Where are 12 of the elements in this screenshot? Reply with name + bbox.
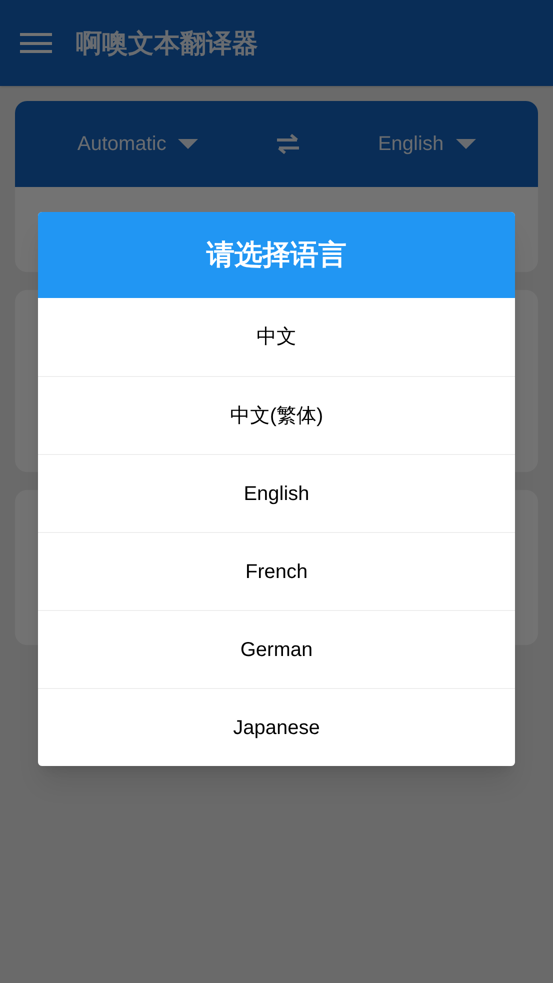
language-option[interactable]: Japanese: [38, 688, 515, 766]
caret-icon: [178, 139, 198, 149]
dialog-title: 请选择语言: [206, 238, 346, 272]
swap-icon[interactable]: [275, 133, 302, 155]
language-option[interactable]: French: [38, 532, 515, 610]
language-option[interactable]: 中文(繁体): [38, 376, 515, 454]
language-option[interactable]: German: [38, 610, 515, 688]
caret-icon: [456, 139, 476, 149]
menu-icon[interactable]: [20, 31, 52, 55]
language-option[interactable]: 中文: [38, 298, 515, 376]
app-title: 啊噢文本翻译器: [76, 26, 258, 60]
language-option[interactable]: English: [38, 454, 515, 532]
